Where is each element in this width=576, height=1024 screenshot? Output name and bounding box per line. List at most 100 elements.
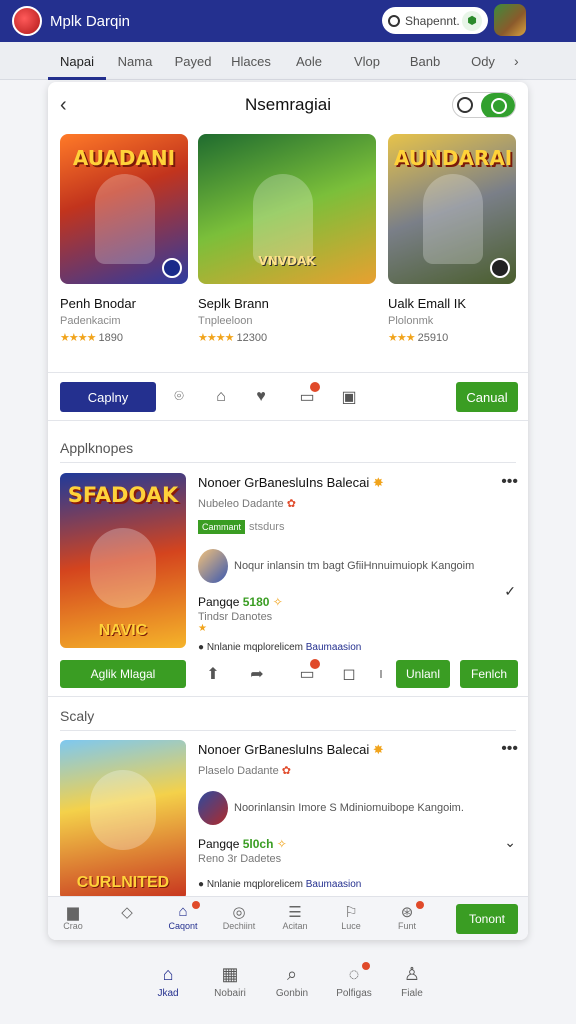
price-value: 5l0ch — [242, 837, 274, 851]
price-label: Pangqe — [198, 595, 240, 609]
game-thumbnail[interactable]: VNVDAK — [198, 134, 376, 284]
bottom-nav-item-chat[interactable]: ◌ Polfigas — [324, 962, 384, 999]
avatar — [198, 791, 228, 825]
pin-icon[interactable]: ⵏ — [370, 663, 392, 685]
game-publisher: Padenkacim — [60, 315, 121, 327]
bottom-nav-item-profile[interactable]: ♙ Fiale — [382, 964, 442, 999]
featured-game-card[interactable]: AUNDARAI Ualk Emall IK Plolonmk ★★★ 2591… — [388, 134, 516, 344]
thumbnail-title: AUADANI — [72, 146, 176, 170]
item-description: Noqur inlansin tm bagt GfiiHnnuimuiopk K… — [198, 549, 518, 583]
inner-nav-item[interactable]: ⊛ Funt — [382, 901, 432, 931]
meta-link[interactable]: Baumaasion — [306, 879, 362, 890]
featured-game-card[interactable]: VNVDAK Seplk Brann Tnpleeloon ★★★★ 12300 — [198, 134, 376, 344]
tab-nama[interactable]: Nama — [106, 42, 164, 80]
app-title: Mplk Darqin — [50, 12, 131, 30]
bottom-nav-label: Gonbin — [275, 988, 309, 999]
cart-icon: ⊛ — [400, 904, 414, 921]
status-text: stsdurs — [249, 521, 285, 533]
chevron-down-icon[interactable]: ✓ — [504, 583, 516, 600]
image-icon[interactable]: ▣ — [338, 386, 360, 408]
app-logo[interactable] — [12, 6, 42, 36]
inner-nav-item[interactable]: ◎ Dechiint — [214, 903, 264, 931]
game-rating: ★★★ 25910 — [388, 331, 516, 344]
share-icon[interactable]: ➦ — [246, 663, 268, 685]
chevron-right-icon[interactable]: › — [514, 53, 519, 69]
view-toggle[interactable] — [452, 92, 516, 118]
section-title: Scaly — [60, 708, 95, 724]
info-icon[interactable]: ⬆ — [202, 663, 224, 685]
tab-payed[interactable]: Payed — [164, 42, 222, 80]
store-icon: ▦ — [221, 964, 239, 984]
inner-nav-label: Caqont — [168, 921, 198, 931]
featured-game-card[interactable]: AUADANI Penh Bnodar Padenkacim ★★★★ 1890 — [60, 134, 188, 344]
item-info: Nonoer GrBanesluIns Balecai ✸ Nubeleo Da… — [198, 475, 518, 653]
tab-aole[interactable]: Aole — [280, 42, 338, 80]
divider — [48, 696, 528, 697]
tonont-button[interactable]: Tonont — [456, 904, 518, 934]
ticket-icon[interactable]: ▭ — [296, 382, 320, 408]
search-input[interactable]: Shapennt. ⬢ — [382, 7, 488, 34]
card-title: Nsemragiai — [245, 95, 331, 114]
badge-icon — [162, 258, 182, 278]
location-pin-icon[interactable]: ⌾ — [168, 386, 190, 408]
card-header: ‹ Nsemragiai — [48, 82, 528, 128]
character-illustration — [90, 528, 156, 608]
bottom-nav-label: Nobairi — [214, 988, 246, 999]
list-icon: ☰ — [288, 904, 302, 921]
avatar — [198, 549, 228, 583]
flower-icon: ✿ — [286, 498, 296, 510]
tab-vlop[interactable]: Vlop — [338, 42, 396, 80]
primary-item-button[interactable]: Aglik Mlagal — [60, 660, 186, 688]
game-thumbnail[interactable]: AUADANI — [60, 134, 188, 284]
secondary-item-button[interactable]: Unlanl — [396, 660, 450, 688]
home-icon[interactable]: ⌂ — [210, 386, 232, 408]
inner-nav-item[interactable]: ◇ — [102, 903, 152, 921]
inner-nav-item[interactable]: ⚐ Luce — [326, 903, 376, 931]
tab-napai[interactable]: Napai — [48, 42, 106, 80]
game-thumbnail[interactable]: AUNDARAI — [388, 134, 516, 284]
expand-icon[interactable]: ◻ — [338, 663, 360, 685]
tab-banb[interactable]: Banb — [396, 42, 454, 80]
chevron-down-icon[interactable]: ⌄ — [504, 834, 516, 851]
shield-icon[interactable]: ⬢ — [462, 10, 482, 31]
item-developer-text: Plaselo Dadante — [198, 765, 279, 777]
star-icon: ★ — [198, 623, 207, 634]
bottom-nav-item-store[interactable]: ▦ Nobairi — [200, 964, 260, 999]
item-meta: ● Nnlanie mqplorelicem Baumaasion — [198, 642, 362, 653]
price-label: Pangqe — [198, 837, 240, 851]
heart-icon[interactable]: ♥ — [250, 386, 272, 408]
primary-action-button[interactable]: Caplny — [60, 382, 156, 412]
home-icon: ⌂ — [162, 964, 174, 984]
meta-link[interactable]: Baumaasion — [306, 642, 362, 653]
tab-hlaces[interactable]: Hlaces — [222, 42, 280, 80]
game-thumbnail[interactable]: SFADOAK NAVIC — [60, 473, 186, 648]
tertiary-item-button[interactable]: Fenlch — [460, 660, 518, 688]
inner-nav-item[interactable]: ▆ Crao — [48, 903, 98, 931]
list-item[interactable]: SFADOAK NAVIC Nonoer GrBanesluIns Baleca… — [60, 473, 518, 653]
ticket-icon[interactable]: ▭ — [296, 659, 320, 685]
back-arrow-icon[interactable]: ‹ — [60, 94, 67, 117]
game-thumbnail[interactable]: CURLNITED — [60, 740, 186, 900]
game-publisher: Tnpleeloon — [198, 315, 253, 327]
bottom-nav-item-home[interactable]: ⌂ Jkad — [138, 964, 198, 999]
inner-nav-item[interactable]: ⌂ Caqont — [158, 901, 208, 931]
bottom-nav-item-search[interactable]: ⌕ Gonbin — [262, 964, 322, 999]
inner-nav-item[interactable]: ☰ Acitan — [270, 903, 320, 931]
avatar[interactable] — [494, 4, 526, 36]
description-text: Noorinlansin Imore S Mdiniomuibope Kango… — [234, 802, 464, 814]
more-options-icon[interactable]: ••• — [501, 740, 518, 758]
more-options-icon[interactable]: ••• — [501, 473, 518, 491]
search-placeholder: Shapennt. — [405, 13, 460, 28]
inner-navigation: ▆ Crao ◇ ⌂ Caqont ◎ Dechiint ☰ Acitan ⚐ Luce … — [48, 896, 528, 940]
notification-dot — [310, 382, 320, 392]
featured-games: AUADANI Penh Bnodar Padenkacim ★★★★ 1890… — [60, 134, 520, 354]
item-developer: Nubeleo Dadante ✿ — [198, 497, 518, 510]
list-item[interactable]: CURLNITED Nonoer GrBanesluIns Balecai ✸ … — [60, 740, 518, 900]
badge-icon — [490, 258, 510, 278]
item-meta: ● Nnlanie mqplorelicem Baumaasion — [198, 879, 362, 890]
search-icon: ⌕ — [286, 964, 298, 984]
rating-count: 12300 — [236, 332, 268, 344]
secondary-action-button[interactable]: Canual — [456, 382, 518, 412]
thumbnail-subtitle: CURLNITED — [76, 874, 170, 891]
tab-ody[interactable]: Ody — [454, 42, 512, 80]
